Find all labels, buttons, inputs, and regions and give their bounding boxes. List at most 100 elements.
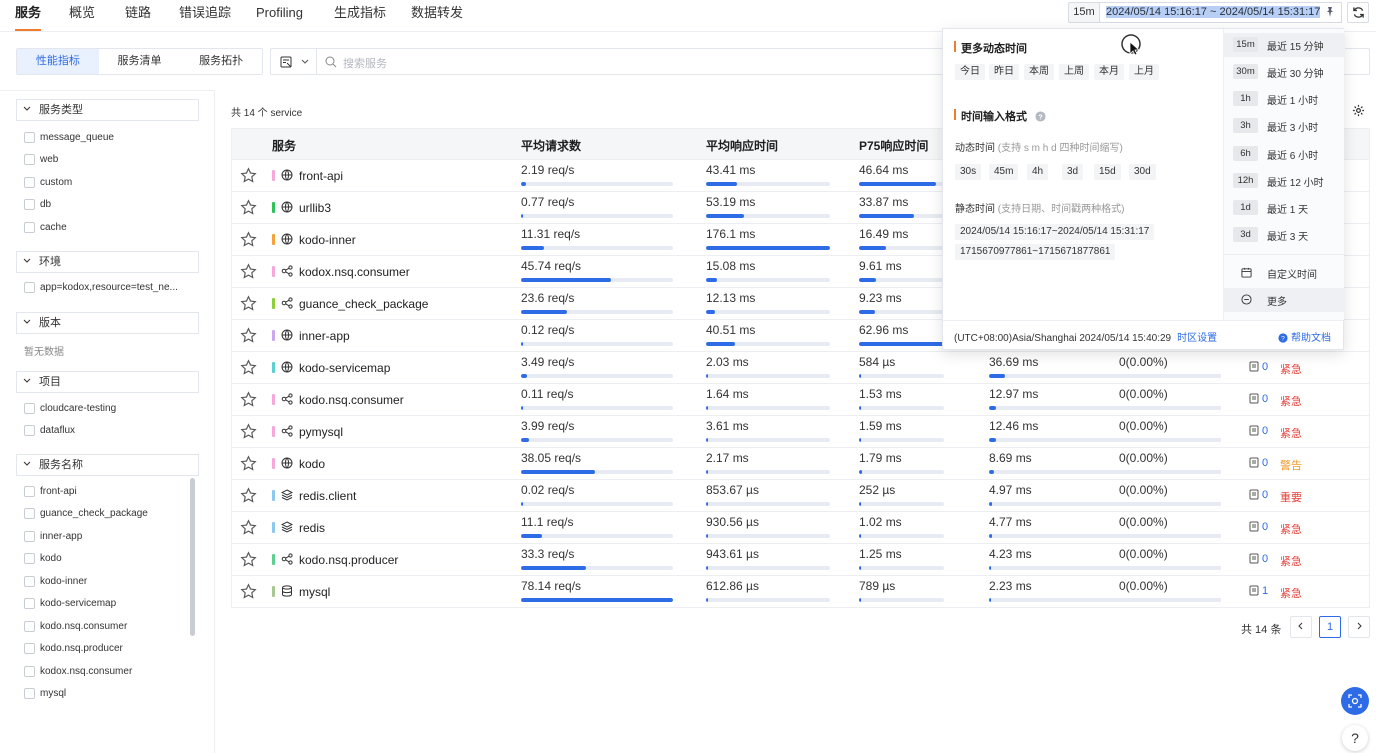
issue-count[interactable]: 0 — [1249, 457, 1268, 469]
star-icon[interactable] — [240, 391, 257, 408]
checkbox[interactable] — [24, 132, 35, 143]
star-icon[interactable] — [240, 487, 257, 504]
issue-count[interactable]: 0 — [1249, 361, 1268, 373]
page-button-current[interactable]: 1 — [1319, 616, 1341, 638]
quick-range-item[interactable]: 3h 最近 3 小时 — [1224, 114, 1345, 138]
service-name[interactable]: kodo-servicemap — [299, 361, 390, 375]
subtab-topology[interactable]: 服务拓扑 — [180, 49, 262, 74]
checkbox[interactable] — [24, 282, 35, 293]
issue-count[interactable]: 0 — [1249, 521, 1268, 533]
table-row[interactable]: kodo.nsq.consumer 0.11 req/s 1.64 ms 1.53 m… — [231, 384, 1370, 416]
filter-group-env[interactable]: 环境 — [16, 251, 199, 273]
col-p75-response[interactable]: P75响应时间 — [859, 137, 928, 154]
quick-range-item[interactable]: 15m 最近 15 分钟 — [1224, 33, 1345, 57]
filter-option[interactable]: cache — [24, 221, 67, 235]
filter-option[interactable]: guance_check_package — [24, 507, 148, 521]
quick-chip[interactable]: 本月 — [1094, 64, 1124, 80]
gear-icon[interactable] — [1352, 104, 1365, 117]
checkbox[interactable] — [24, 403, 35, 414]
table-row[interactable]: pymysql 3.99 req/s 3.61 ms 1.59 ms 12.46 ms 0… — [231, 416, 1370, 448]
quick-chip[interactable]: 今日 — [955, 64, 985, 80]
help-docs-link[interactable]: ? 帮助文档 — [1278, 329, 1331, 344]
service-name[interactable]: redis — [299, 521, 325, 535]
timezone-settings-link[interactable]: 时区设置 — [1177, 333, 1217, 344]
dynamic-chip[interactable]: 45m — [989, 164, 1019, 180]
checkbox[interactable] — [24, 425, 35, 436]
filter-option[interactable]: mysql — [24, 687, 66, 701]
checkbox[interactable] — [24, 576, 35, 587]
table-row[interactable]: kodo.nsq.producer 33.3 req/s 943.61 µs 1.25… — [231, 544, 1370, 576]
issue-count[interactable]: 1 — [1249, 585, 1268, 597]
tab-error-tracking[interactable]: 错误追踪 — [179, 0, 231, 31]
static-example-chip[interactable]: 1715670977861~1715671877861 — [955, 244, 1116, 260]
filter-option[interactable]: kodo.nsq.producer — [24, 642, 123, 656]
service-name[interactable]: pymysql — [299, 425, 343, 439]
help-icon[interactable]: ? — [1035, 111, 1046, 122]
quick-range-item[interactable]: 1h 最近 1 小时 — [1224, 87, 1345, 111]
filter-option[interactable]: inner-app — [24, 530, 82, 544]
next-page-button[interactable] — [1348, 616, 1370, 638]
dynamic-chip[interactable]: 15d — [1094, 164, 1121, 180]
checkbox[interactable] — [24, 598, 35, 609]
subtab-performance[interactable]: 性能指标 — [17, 49, 99, 74]
col-service[interactable]: 服务 — [272, 137, 296, 154]
dynamic-chip[interactable]: 30d — [1129, 164, 1156, 180]
more-item[interactable]: 更多 — [1224, 288, 1345, 312]
checkbox[interactable] — [24, 154, 35, 165]
star-icon[interactable] — [240, 551, 257, 568]
table-row[interactable]: mysql 78.14 req/s 612.86 µs 789 µs 2.23 ms 0(… — [231, 576, 1370, 608]
checkbox[interactable] — [24, 508, 35, 519]
filter-group-version[interactable]: 版本 — [16, 312, 199, 334]
tab-trace[interactable]: 链路 — [125, 0, 151, 31]
checkbox[interactable] — [24, 177, 35, 188]
quick-chip[interactable]: 昨日 — [989, 64, 1019, 80]
star-icon[interactable] — [240, 359, 257, 376]
dynamic-chip[interactable]: 4h — [1027, 164, 1049, 180]
filter-option[interactable]: front-api — [24, 485, 77, 499]
dynamic-chip[interactable]: 3d — [1062, 164, 1084, 180]
table-row[interactable]: redis.client 0.02 req/s 853.67 µs 252 µs 4.9… — [231, 480, 1370, 512]
quick-range-item[interactable]: 3d 最近 3 天 — [1224, 223, 1345, 247]
assistant-button[interactable] — [1341, 687, 1369, 715]
table-row[interactable]: kodo 38.05 req/s 2.17 ms 1.79 ms 8.69 ms 0(0.… — [231, 448, 1370, 480]
static-example-chip[interactable]: 2024/05/14 15:16:17~2024/05/14 15:31:17 — [955, 224, 1155, 240]
checkbox[interactable] — [24, 643, 35, 654]
time-range-input[interactable]: 2024/05/14 15:16:17 ~ 2024/05/14 15:31:1… — [1099, 2, 1342, 23]
filter-option[interactable]: kodo-servicemap — [24, 597, 116, 611]
quick-range-item[interactable]: 30m 最近 30 分钟 — [1224, 60, 1345, 84]
sidebar-scrollbar[interactable] — [190, 478, 195, 636]
service-name[interactable]: mysql — [299, 585, 330, 599]
quick-chip[interactable]: 上月 — [1129, 64, 1159, 80]
search-input[interactable]: 搜索服务 — [343, 55, 387, 71]
filter-option[interactable]: web — [24, 153, 58, 167]
filter-option[interactable]: custom — [24, 176, 72, 190]
dynamic-chip[interactable]: 30s — [955, 164, 982, 180]
filter-dropdown[interactable] — [271, 49, 317, 74]
tab-service[interactable]: 服务 — [15, 0, 42, 31]
checkbox[interactable] — [24, 688, 35, 699]
tab-data-forward[interactable]: 数据转发 — [411, 0, 463, 31]
star-icon[interactable] — [240, 231, 257, 248]
star-icon[interactable] — [240, 519, 257, 536]
tab-overview[interactable]: 概览 — [69, 0, 95, 31]
star-icon[interactable] — [240, 263, 257, 280]
filter-group-service-type[interactable]: 服务类型 — [16, 99, 199, 121]
time-range-badge[interactable]: 15m — [1068, 2, 1100, 23]
custom-time-item[interactable]: 自定义时间 — [1224, 261, 1345, 285]
quick-chip[interactable]: 本周 — [1024, 64, 1054, 80]
issue-count[interactable]: 0 — [1249, 489, 1268, 501]
star-icon[interactable] — [240, 199, 257, 216]
star-icon[interactable] — [240, 295, 257, 312]
col-avg-requests[interactable]: 平均请求数 — [521, 137, 581, 154]
pin-icon[interactable] — [1324, 6, 1336, 18]
tab-generate-metrics[interactable]: 生成指标 — [334, 0, 386, 31]
filter-option[interactable]: kodox.nsq.consumer — [24, 665, 132, 679]
quick-range-item[interactable]: 12h 最近 12 小时 — [1224, 169, 1345, 193]
checkbox[interactable] — [24, 199, 35, 210]
filter-option[interactable]: message_queue — [24, 131, 114, 145]
filter-group-service-name[interactable]: 服务名称 — [16, 454, 199, 476]
issue-count[interactable]: 0 — [1249, 393, 1268, 405]
service-name[interactable]: redis.client — [299, 489, 356, 503]
filter-option[interactable]: app=kodox,resource=test_ne... — [24, 281, 178, 295]
issue-count[interactable]: 0 — [1249, 553, 1268, 565]
